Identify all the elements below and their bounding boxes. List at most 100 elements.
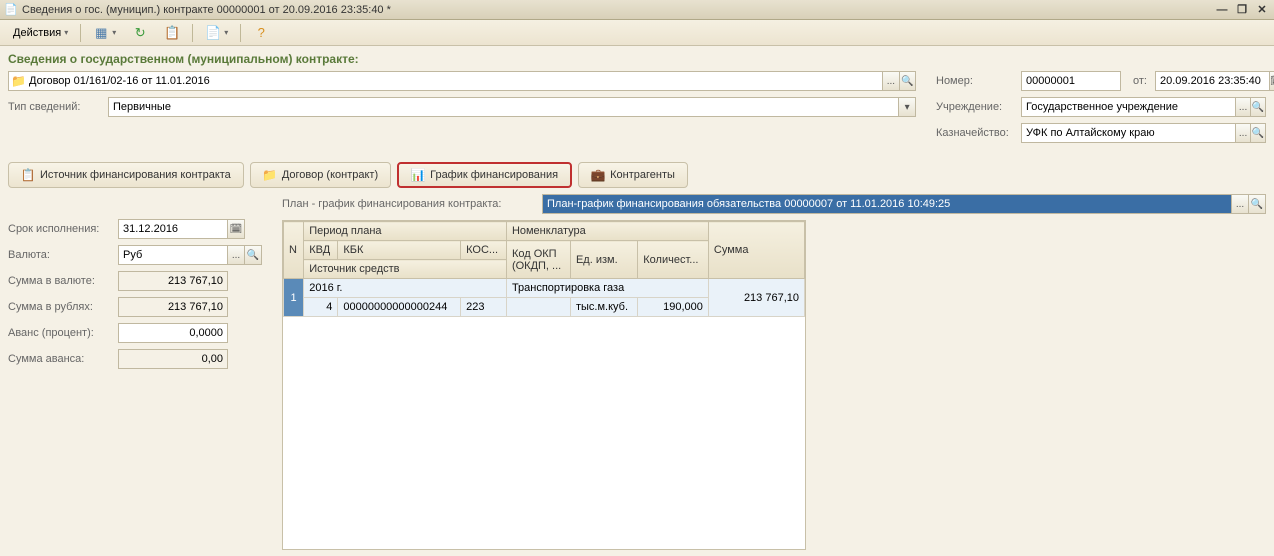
tab-label: График финансирования bbox=[430, 169, 558, 181]
plan-label: План - график финансирования контракта: bbox=[282, 198, 542, 210]
col-kvd[interactable]: КВД bbox=[304, 241, 338, 260]
document-icon: 📄 bbox=[4, 3, 18, 17]
cell-kvd: 4 bbox=[304, 298, 338, 317]
col-n[interactable]: N bbox=[284, 222, 304, 279]
tab-contract[interactable]: 📁 Договор (контракт) bbox=[250, 162, 391, 188]
actions-menu[interactable]: Действия ▾ bbox=[6, 24, 75, 42]
date-label: от: bbox=[1133, 75, 1147, 87]
refresh-icon: ↻ bbox=[132, 25, 148, 41]
folder-icon: 📁 bbox=[11, 74, 26, 88]
folder-icon: 📁 bbox=[263, 168, 277, 182]
plan-input[interactable] bbox=[542, 194, 1232, 214]
tabs: 📋 Источник финансирования контракта 📁 Дого… bbox=[8, 162, 1266, 188]
tab-counterparties[interactable]: 💼 Контрагенты bbox=[578, 162, 688, 188]
search-button[interactable]: 🔍 bbox=[899, 71, 916, 91]
tool-btn-1[interactable]: ▦▾ bbox=[86, 22, 123, 44]
col-qty[interactable]: Количест... bbox=[638, 241, 709, 279]
financing-grid[interactable]: N Период плана Номенклатура Сумма КВД КБ… bbox=[282, 220, 806, 550]
type-select[interactable] bbox=[108, 97, 899, 117]
col-src[interactable]: Источник средств bbox=[304, 260, 507, 279]
minimize-button[interactable]: — bbox=[1214, 3, 1230, 17]
grid-icon: ▦ bbox=[93, 25, 109, 41]
cell-unit: тыс.м.куб. bbox=[570, 298, 637, 317]
tool-btn-4[interactable]: 📄▾ bbox=[198, 22, 235, 44]
ellipsis-button[interactable]: ... bbox=[1235, 97, 1251, 117]
chart-icon: 📊 bbox=[411, 168, 425, 182]
tab-label: Договор (контракт) bbox=[282, 169, 378, 181]
cell-kbk: 00000000000000244 bbox=[338, 298, 461, 317]
titlebar: 📄 Сведения о гос. (муницип.) контракте 0… bbox=[0, 0, 1274, 20]
ellipsis-button[interactable]: ... bbox=[1231, 194, 1249, 214]
calendar-button[interactable]: 🗓 bbox=[1269, 71, 1274, 91]
table-row[interactable]: 1 2016 г. Транспортировка газа 213 767,1… bbox=[284, 279, 805, 298]
ellipsis-button[interactable]: ... bbox=[882, 71, 899, 91]
actions-label: Действия bbox=[13, 27, 61, 39]
cell-qty: 190,000 bbox=[638, 298, 709, 317]
tab-label: Источник финансирования контракта bbox=[40, 169, 231, 181]
tool-btn-3[interactable]: 📋 bbox=[157, 22, 187, 44]
window-title: Сведения о гос. (муницип.) контракте 000… bbox=[22, 4, 1214, 16]
advance-pct-label: Аванс (процент): bbox=[8, 327, 118, 339]
chevron-down-icon: ▾ bbox=[64, 28, 68, 37]
col-nomen[interactable]: Номенклатура bbox=[506, 222, 708, 241]
tab-funding-schedule[interactable]: 📊 График финансирования bbox=[397, 162, 572, 188]
help-icon: ? bbox=[253, 25, 269, 41]
separator bbox=[192, 24, 193, 42]
col-period[interactable]: Период плана bbox=[304, 222, 507, 241]
due-label: Срок исполнения: bbox=[8, 223, 118, 235]
sum-rub-input bbox=[118, 297, 228, 317]
number-input[interactable] bbox=[1021, 71, 1121, 91]
separator bbox=[240, 24, 241, 42]
toolbar: Действия ▾ ▦▾ ↻ 📋 📄▾ ? bbox=[0, 20, 1274, 46]
ellipsis-button[interactable]: ... bbox=[227, 245, 245, 265]
currency-input[interactable] bbox=[118, 245, 228, 265]
col-unit[interactable]: Ед. изм. bbox=[570, 241, 637, 279]
tab-funding-source[interactable]: 📋 Источник финансирования контракта bbox=[8, 162, 244, 188]
col-kos[interactable]: КОС... bbox=[461, 241, 507, 260]
briefcase-icon: 💼 bbox=[591, 168, 605, 182]
help-button[interactable]: ? bbox=[246, 22, 276, 44]
search-button[interactable]: 🔍 bbox=[1248, 194, 1266, 214]
sum-currency-input bbox=[118, 271, 228, 291]
type-label: Тип сведений: bbox=[8, 101, 108, 113]
list-icon: 📋 bbox=[21, 168, 35, 182]
tool-btn-2[interactable]: ↻ bbox=[125, 22, 155, 44]
main-doc-input[interactable] bbox=[8, 71, 883, 91]
currency-label: Валюта: bbox=[8, 249, 118, 261]
col-kbk[interactable]: КБК bbox=[338, 241, 461, 260]
search-button[interactable]: 🔍 bbox=[1250, 123, 1266, 143]
number-label: Номер: bbox=[936, 75, 1021, 87]
search-button[interactable]: 🔍 bbox=[244, 245, 262, 265]
chevron-down-icon: ▾ bbox=[224, 28, 228, 37]
separator bbox=[80, 24, 81, 42]
treasury-input[interactable] bbox=[1021, 123, 1236, 143]
section-title: Сведения о государственном (муниципально… bbox=[8, 52, 916, 66]
due-input[interactable] bbox=[118, 219, 228, 239]
doc-icon: 📄 bbox=[205, 25, 221, 41]
cell-kos: 223 bbox=[461, 298, 507, 317]
col-okp[interactable]: Код ОКП (ОКДП, ... bbox=[506, 241, 570, 279]
advance-pct-input[interactable] bbox=[118, 323, 228, 343]
sum-rub-label: Сумма в рублях: bbox=[8, 301, 118, 313]
advance-sum-label: Сумма аванса: bbox=[8, 353, 118, 365]
cell-n: 1 bbox=[284, 279, 304, 317]
maximize-button[interactable]: ❐ bbox=[1234, 3, 1250, 17]
col-sum[interactable]: Сумма bbox=[708, 222, 804, 279]
tab-label: Контрагенты bbox=[610, 169, 675, 181]
search-button[interactable]: 🔍 bbox=[1250, 97, 1266, 117]
dropdown-button[interactable]: ▾ bbox=[898, 97, 916, 117]
calendar-button[interactable]: 🗓 bbox=[227, 219, 245, 239]
sum-currency-label: Сумма в валюте: bbox=[8, 275, 118, 287]
org-label: Учреждение: bbox=[936, 101, 1021, 113]
cell-nomen: Транспортировка газа bbox=[506, 279, 708, 298]
cell-sum: 213 767,10 bbox=[708, 279, 804, 317]
cell-okp bbox=[506, 298, 570, 317]
date-input[interactable] bbox=[1155, 71, 1270, 91]
treasury-label: Казначейство: bbox=[936, 127, 1021, 139]
export-icon: 📋 bbox=[164, 25, 180, 41]
close-button[interactable]: ✕ bbox=[1254, 3, 1270, 17]
org-input[interactable] bbox=[1021, 97, 1236, 117]
cell-period: 2016 г. bbox=[304, 279, 507, 298]
ellipsis-button[interactable]: ... bbox=[1235, 123, 1251, 143]
advance-sum-input bbox=[118, 349, 228, 369]
